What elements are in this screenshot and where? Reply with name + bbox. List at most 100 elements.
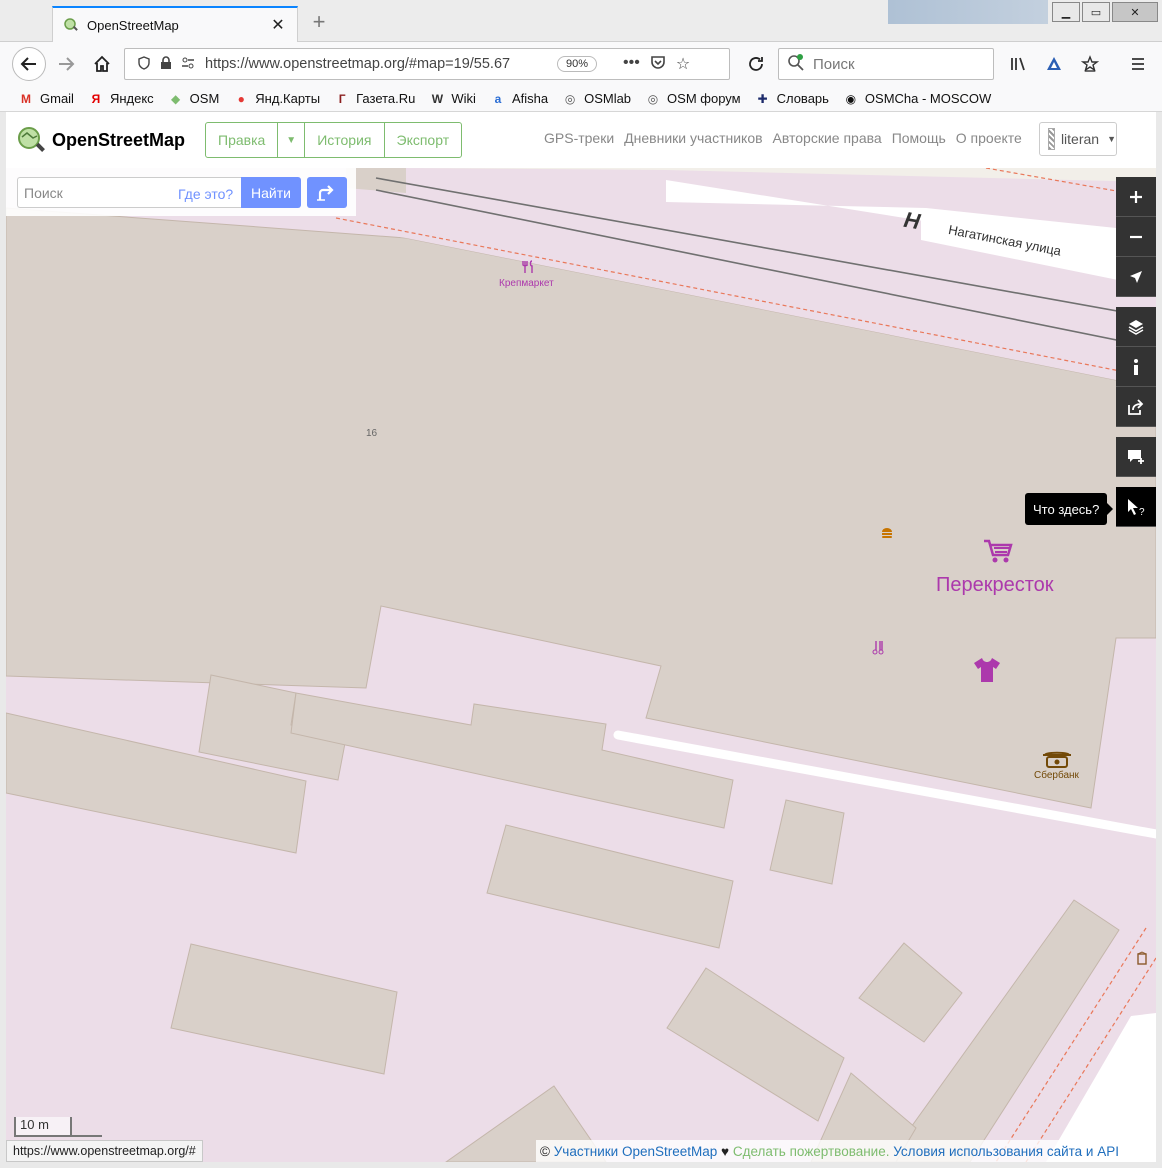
- reading-list-button[interactable]: [1074, 48, 1106, 80]
- link-gps-traces[interactable]: GPS-треки: [544, 130, 614, 146]
- terms-link[interactable]: Условия использования сайта и API: [893, 1144, 1119, 1159]
- link-copyright[interactable]: Авторские права: [773, 130, 882, 146]
- poi-perekrestok[interactable]: Перекресток: [936, 574, 1054, 597]
- zoom-in-button[interactable]: [1116, 177, 1156, 217]
- scale-bar: 10 m: [14, 1117, 72, 1137]
- export-button[interactable]: Экспорт: [385, 123, 462, 157]
- permissions-icon[interactable]: [177, 56, 199, 73]
- extension-button[interactable]: [1038, 48, 1070, 80]
- url-text[interactable]: https://www.openstreetmap.org/#map=19/55…: [205, 56, 527, 72]
- restaurant-icon[interactable]: [522, 260, 536, 274]
- browser-search-placeholder: Поиск: [813, 55, 855, 73]
- user-menu-button[interactable]: literan ▼: [1039, 122, 1117, 156]
- map-search-panel: Где это? Найти: [6, 168, 356, 216]
- what-is-here-tooltip: Что здесь?: [1025, 493, 1114, 525]
- menu-button[interactable]: [1122, 48, 1154, 80]
- pocket-icon[interactable]: [650, 54, 666, 75]
- bookmark-label: Словарь: [776, 91, 829, 106]
- link-user-diaries[interactable]: Дневники участников: [624, 130, 762, 146]
- bookmark-label: Wiki: [451, 91, 476, 106]
- hairdresser-icon[interactable]: [872, 640, 886, 656]
- poi-sberbank[interactable]: Сбербанк: [1034, 770, 1079, 781]
- osm-favicon-icon: [64, 18, 78, 31]
- shield-icon[interactable]: [133, 55, 155, 73]
- hamburger-menu-icon: [1132, 58, 1144, 70]
- bookmark-item[interactable]: ● Янд.Карты: [233, 91, 320, 107]
- bookmark-icon: ●: [237, 91, 245, 106]
- edit-button[interactable]: Правка: [206, 123, 279, 157]
- bookmark-item[interactable]: Я Яндекс: [88, 91, 154, 107]
- fast-food-icon[interactable]: [880, 526, 894, 540]
- browser-search-bar[interactable]: Поиск: [778, 48, 994, 80]
- bookmark-star-icon[interactable]: ☆: [676, 54, 690, 75]
- bookmark-label: OSM: [189, 91, 220, 106]
- library-icon: [1011, 57, 1025, 71]
- library-button[interactable]: [1002, 48, 1034, 80]
- map-key-button[interactable]: [1116, 347, 1156, 387]
- browser-status-bar: https://www.openstreetmap.org/#: [6, 1140, 203, 1162]
- query-features-button[interactable]: ?: [1116, 487, 1156, 527]
- link-about[interactable]: О проекте: [956, 130, 1022, 146]
- header-links: GPS-треки Дневники участников Авторские …: [544, 130, 1022, 146]
- bookmark-item[interactable]: ◉ OSMCha - MOSCOW: [843, 91, 992, 107]
- bookmark-item[interactable]: ◎ OSMlab: [562, 91, 631, 107]
- toolbar-right: [1002, 48, 1154, 80]
- bookmark-label: OSMlab: [584, 91, 632, 106]
- house-number-16: 16: [366, 428, 378, 439]
- forward-button[interactable]: [50, 48, 82, 80]
- bookmark-item[interactable]: ◆ OSM: [168, 91, 220, 107]
- poi-krepmarket[interactable]: Крепмаркет: [499, 278, 554, 289]
- back-arrow-icon: [20, 57, 36, 71]
- window-close-button[interactable]: ✕: [1112, 2, 1158, 22]
- new-tab-button[interactable]: +: [306, 10, 332, 36]
- clothes-shirt-icon[interactable]: [972, 656, 1002, 684]
- home-button[interactable]: [86, 48, 118, 80]
- bookmark-icon: a: [494, 91, 502, 106]
- directions-button[interactable]: [307, 177, 347, 208]
- copyright-symbol: ©: [540, 1143, 550, 1159]
- bookmark-item[interactable]: ✚ Словарь: [755, 91, 829, 107]
- find-button[interactable]: Найти: [241, 177, 301, 208]
- link-help[interactable]: Помощь: [892, 130, 946, 146]
- lock-icon[interactable]: [155, 55, 177, 73]
- bookmark-item[interactable]: M Gmail: [18, 91, 74, 107]
- bookmark-icon: ✚: [757, 91, 768, 106]
- add-note-button[interactable]: [1116, 437, 1156, 477]
- osm-logo[interactable]: OpenStreetMap: [16, 125, 185, 155]
- reload-button[interactable]: [740, 48, 772, 80]
- bookmark-item[interactable]: W Wiki: [429, 91, 476, 107]
- locate-button[interactable]: [1116, 257, 1156, 297]
- svg-text:?: ?: [1139, 507, 1145, 516]
- plus-icon: [1130, 190, 1142, 203]
- home-icon: [94, 55, 110, 72]
- address-bar[interactable]: https://www.openstreetmap.org/#map=19/55…: [124, 48, 730, 80]
- where-is-this-link[interactable]: Где это?: [178, 186, 233, 202]
- back-button[interactable]: [12, 47, 46, 81]
- contributors-link[interactable]: Участники OpenStreetMap: [554, 1144, 718, 1159]
- bookmark-item[interactable]: a Afisha: [490, 91, 548, 107]
- donate-link[interactable]: Сделать пожертвование.: [733, 1144, 890, 1159]
- zoom-out-button[interactable]: [1116, 217, 1156, 257]
- bookmark-label: OSM форум: [667, 91, 741, 106]
- background-window-tab: [888, 0, 1048, 24]
- layers-button[interactable]: [1116, 307, 1156, 347]
- maximize-button[interactable]: ▭: [1082, 2, 1110, 22]
- bank-icon[interactable]: [1041, 749, 1073, 769]
- browser-tab[interactable]: OpenStreetMap ✕: [52, 6, 298, 42]
- star-list-icon: [1081, 55, 1099, 72]
- history-button[interactable]: История: [305, 123, 385, 157]
- page-actions-icon[interactable]: •••: [623, 54, 640, 75]
- bookmark-item[interactable]: Г Газета.Ru: [334, 91, 416, 107]
- add-note-icon: [1128, 449, 1144, 464]
- bookmark-icon: ◉: [845, 91, 857, 106]
- map-canvas[interactable]: Нагатинская улица Н Крепмаркет 16 Перекр…: [6, 168, 1156, 1162]
- edit-dropdown-caret-icon[interactable]: ▼: [278, 123, 306, 157]
- share-button[interactable]: [1116, 387, 1156, 427]
- zoom-level-badge[interactable]: 90%: [557, 56, 598, 72]
- tab-title: OpenStreetMap: [87, 17, 179, 33]
- bookmark-item[interactable]: ◎ OSM форум: [645, 91, 741, 107]
- supermarket-cart-icon[interactable]: [982, 538, 1014, 564]
- tab-close-icon[interactable]: ✕: [269, 15, 287, 35]
- memorial-icon[interactable]: [1136, 951, 1148, 965]
- minimize-button[interactable]: ▁: [1052, 2, 1080, 22]
